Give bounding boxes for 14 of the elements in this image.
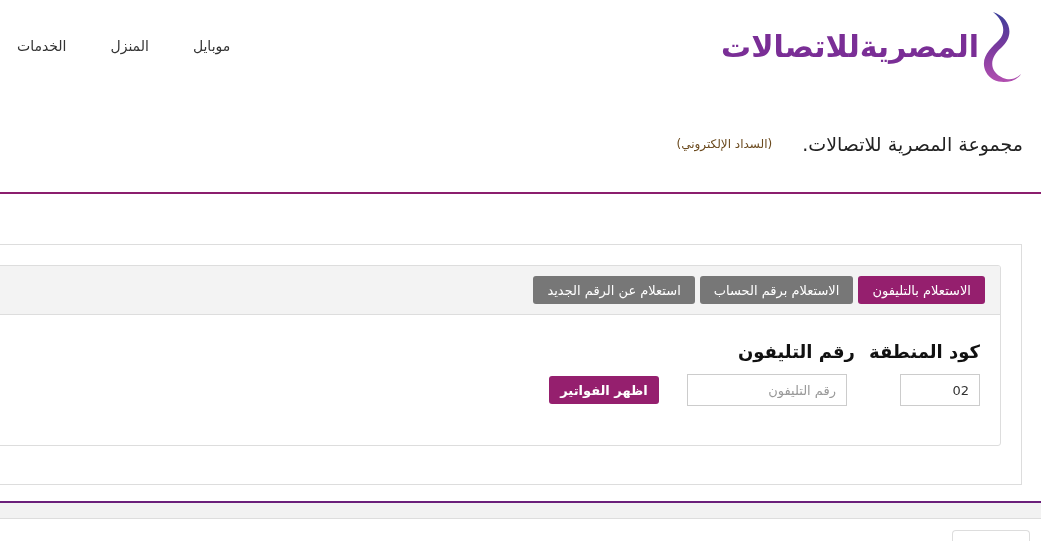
nav-link[interactable]: موبايل bbox=[192, 38, 231, 54]
nav-link[interactable]: المنزل bbox=[110, 38, 149, 54]
tab[interactable]: الاستعلام بالتليفون bbox=[858, 276, 985, 304]
phone-field[interactable]: رقم التليفون bbox=[687, 374, 847, 406]
nav-link[interactable]: الخدمات bbox=[17, 38, 67, 54]
tab[interactable]: الاستعلام برقم الحساب bbox=[699, 276, 854, 304]
area-code-field[interactable]: 02 bbox=[900, 374, 980, 406]
page-title: مجموعة المصرية للاتصالات. bbox=[802, 132, 1023, 155]
field-label: كود المنطقة bbox=[869, 341, 980, 362]
page-subtitle: (السداد الإلكتروني) bbox=[676, 136, 773, 151]
field-label: رقم التليفون bbox=[737, 341, 855, 362]
logo-text: المصريةللاتصالات bbox=[721, 29, 979, 64]
show-bills-button[interactable]: اظهر الفواتير bbox=[549, 376, 659, 404]
tab[interactable]: استعلام عن الرقم الجديد bbox=[533, 276, 695, 304]
